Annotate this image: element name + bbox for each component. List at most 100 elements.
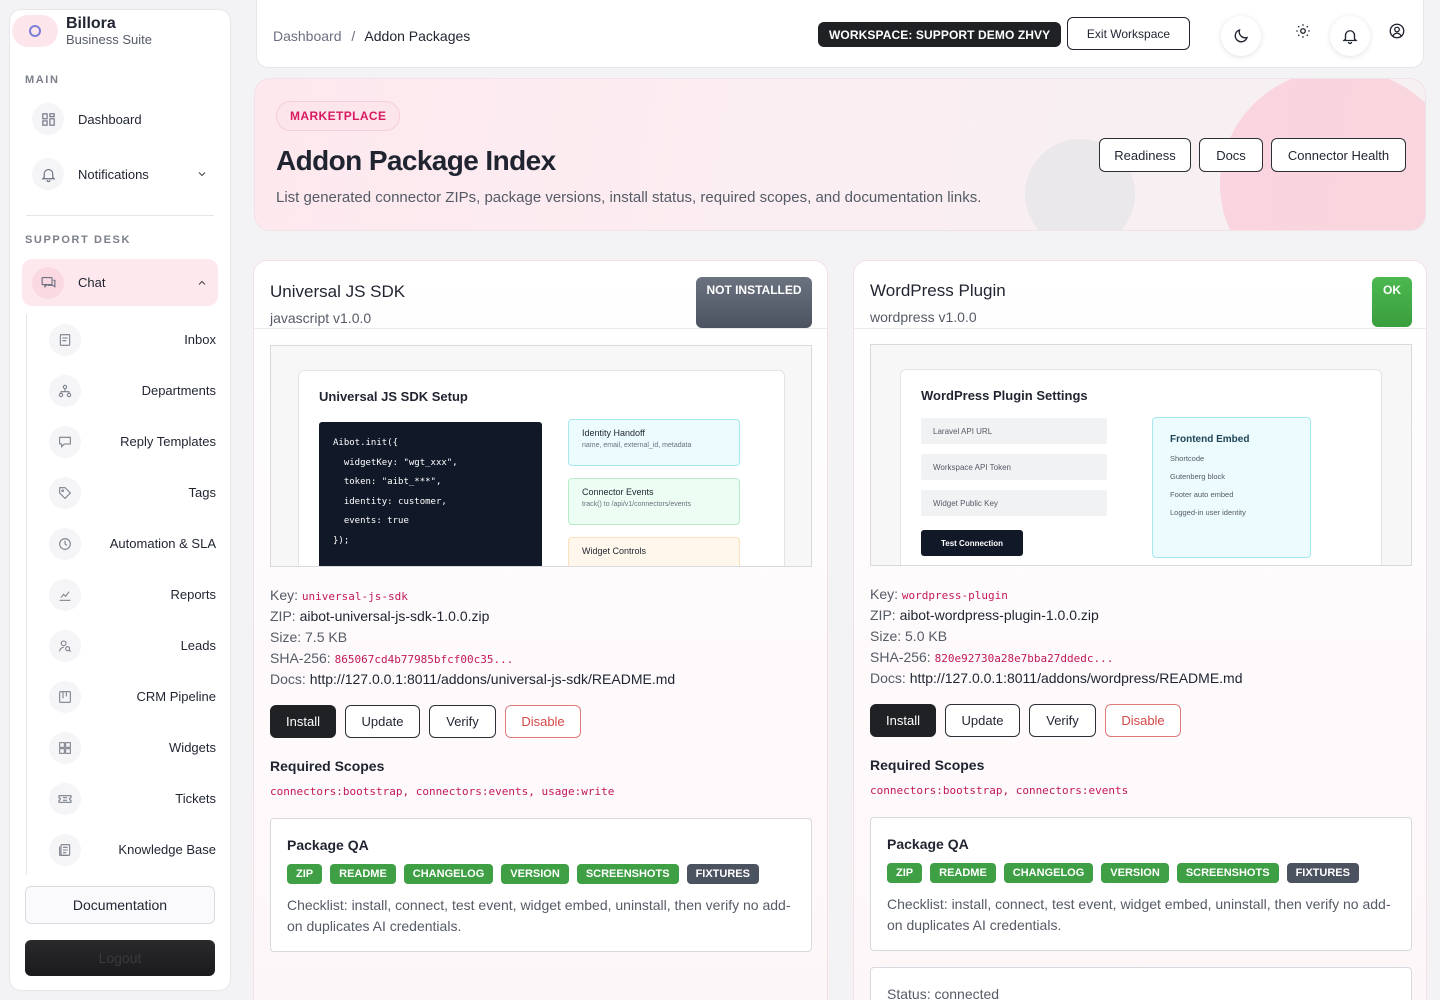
docs-link[interactable]: http://127.0.0.1:8011/addons/universal-j…: [310, 671, 675, 687]
sidebar-item-inbox[interactable]: Inbox: [27, 314, 230, 365]
moon-icon[interactable]: [1221, 16, 1261, 56]
meta-zip: ZIP: aibot-universal-js-sdk-1.0.0.zip: [270, 606, 489, 627]
user-circle-icon[interactable]: [1377, 11, 1417, 51]
card-title: WordPress Plugin: [870, 281, 1006, 300]
meta-sha: SHA-256: 820e92730a28e7bba27ddedc...: [870, 647, 1113, 669]
section-label-main: MAIN: [25, 74, 60, 86]
kanban-icon: [49, 680, 81, 713]
verify-button[interactable]: Verify: [429, 705, 496, 738]
sidebar-item-label: Reports: [170, 587, 216, 602]
message-icon: [49, 323, 81, 356]
qa-tag: CHANGELOG: [1003, 863, 1094, 883]
package-screenshot: WordPress Plugin Settings Laravel API UR…: [870, 344, 1412, 566]
qa-checklist: Checklist: install, connect, test event,…: [287, 897, 791, 934]
sidebar-item-knowledge-base[interactable]: Knowledge Base: [27, 824, 230, 875]
user-search-icon: [49, 629, 81, 662]
meta-docs: Docs: http://127.0.0.1:8011/addons/wordp…: [870, 668, 1243, 689]
sidebar-item-chat[interactable]: Chat: [22, 259, 218, 306]
zip-size: 5.0 KB: [905, 628, 948, 644]
meta-label: ZIP:: [870, 607, 896, 623]
embed-title: Frontend Embed: [1170, 434, 1250, 445]
docs-link[interactable]: http://127.0.0.1:8011/addons/wordpress/R…: [910, 670, 1243, 686]
code-snippet: Aibot.init({ widgetKey: "wgt_xxx", token…: [319, 422, 542, 566]
meta-label: SHA-256:: [270, 650, 331, 666]
sidebar-item-reply-templates[interactable]: Reply Templates: [27, 416, 230, 467]
qa-heading: Package QA: [287, 837, 369, 853]
install-button[interactable]: Install: [270, 705, 336, 738]
card-subtitle: javascript v1.0.0: [270, 310, 372, 326]
box-title: Connector Events: [582, 487, 654, 497]
brand[interactable]: Billora Business Suite: [10, 10, 230, 50]
sidebar-item-label: Dashboard: [78, 111, 142, 127]
breadcrumb-dashboard[interactable]: Dashboard: [273, 28, 342, 44]
install-button[interactable]: Install: [870, 704, 936, 737]
connection-status: Status: connected: [870, 967, 1412, 1000]
tag-icon: [49, 476, 81, 509]
chevron-up-icon[interactable]: [196, 277, 208, 289]
sidebar-item-dashboard[interactable]: Dashboard: [22, 97, 218, 141]
brand-subtitle: Business Suite: [66, 31, 152, 47]
sidebar-item-notifications[interactable]: Notifications: [22, 152, 218, 196]
marketplace-pill: MARKETPLACE: [276, 101, 401, 131]
sidebar-item-label: Inbox: [184, 332, 216, 347]
connector-health-button[interactable]: Connector Health: [1271, 138, 1406, 172]
qa-checklist: Checklist: install, connect, test event,…: [887, 896, 1391, 933]
exit-workspace-button[interactable]: Exit Workspace: [1067, 17, 1190, 50]
chevron-down-icon[interactable]: [196, 168, 208, 180]
sidebar-item-tags[interactable]: Tags: [27, 467, 230, 518]
test-connection-button: Test Connection: [921, 530, 1023, 556]
grid-icon: [32, 103, 64, 135]
ticket-icon: [49, 782, 81, 815]
update-button[interactable]: Update: [345, 705, 420, 738]
qa-tag: FIXTURES: [1286, 863, 1359, 883]
qa-tag: README: [930, 863, 996, 883]
divider: [26, 215, 214, 216]
sidebar-item-reports[interactable]: Reports: [27, 569, 230, 620]
sidebar-item-tickets[interactable]: Tickets: [27, 773, 230, 824]
bell-icon[interactable]: [1330, 16, 1370, 56]
sidebar-item-leads[interactable]: Leads: [27, 620, 230, 671]
zip-size: 7.5 KB: [305, 629, 348, 645]
meta-label: SHA-256:: [870, 649, 931, 665]
widget-controls-box: Widget Controls: [568, 537, 740, 566]
disable-button[interactable]: Disable: [1105, 704, 1181, 737]
scopes-heading: Required Scopes: [870, 757, 985, 773]
sha-hash: 820e92730a28e7bba27ddedc...: [934, 652, 1114, 665]
card-title: Universal JS SDK: [270, 282, 406, 301]
chart-icon: [49, 578, 81, 611]
qa-tag: README: [330, 864, 396, 884]
embed-item: Logged-in user identity: [1170, 508, 1246, 517]
verify-button[interactable]: Verify: [1029, 704, 1096, 737]
embed-item: Footer auto embed: [1170, 490, 1234, 499]
clock-icon: [49, 527, 81, 560]
sidebar-item-label: Leads: [180, 638, 216, 653]
package-card-universal-js-sdk: Universal JS SDK javascript v1.0.0 NOT I…: [253, 260, 828, 1000]
meta-label: Size:: [270, 629, 302, 645]
sidebar-item-widgets[interactable]: Widgets: [27, 722, 230, 773]
documentation-button[interactable]: Documentation: [25, 886, 215, 924]
docs-button[interactable]: Docs: [1199, 138, 1263, 172]
brand-logo: [12, 15, 58, 47]
sidebar-item-label: Tickets: [175, 791, 216, 806]
readiness-button[interactable]: Readiness: [1099, 138, 1191, 172]
logout-button[interactable]: Logout: [25, 940, 215, 976]
screenshot-title: WordPress Plugin Settings: [921, 388, 1088, 403]
brand-name: Billora: [66, 14, 116, 32]
box-title: Widget Controls: [582, 546, 647, 556]
zip-name: aibot-universal-js-sdk-1.0.0.zip: [299, 608, 490, 624]
qa-tag: VERSION: [501, 864, 569, 884]
disable-button[interactable]: Disable: [505, 705, 581, 738]
gear-icon[interactable]: [1283, 11, 1323, 51]
box-subtitle: name, email, external_id, metadata: [582, 442, 692, 449]
reply-icon: [49, 425, 81, 458]
screenshot-title: Universal JS SDK Setup: [319, 389, 468, 404]
embed-item: Shortcode: [1170, 454, 1205, 463]
sidebar-item-departments[interactable]: Departments: [27, 365, 230, 416]
sidebar-item-label: Reply Templates: [120, 434, 216, 449]
sidebar-item-crm-pipeline[interactable]: CRM Pipeline: [27, 671, 230, 722]
update-button[interactable]: Update: [945, 704, 1020, 737]
card-actions: Install Update Verify Disable: [270, 705, 581, 738]
card-header: Universal JS SDK javascript v1.0.0 NOT I…: [254, 261, 827, 329]
meta-zip: ZIP: aibot-wordpress-plugin-1.0.0.zip: [870, 605, 1099, 626]
sidebar-item-automation-sla[interactable]: Automation & SLA: [27, 518, 230, 569]
